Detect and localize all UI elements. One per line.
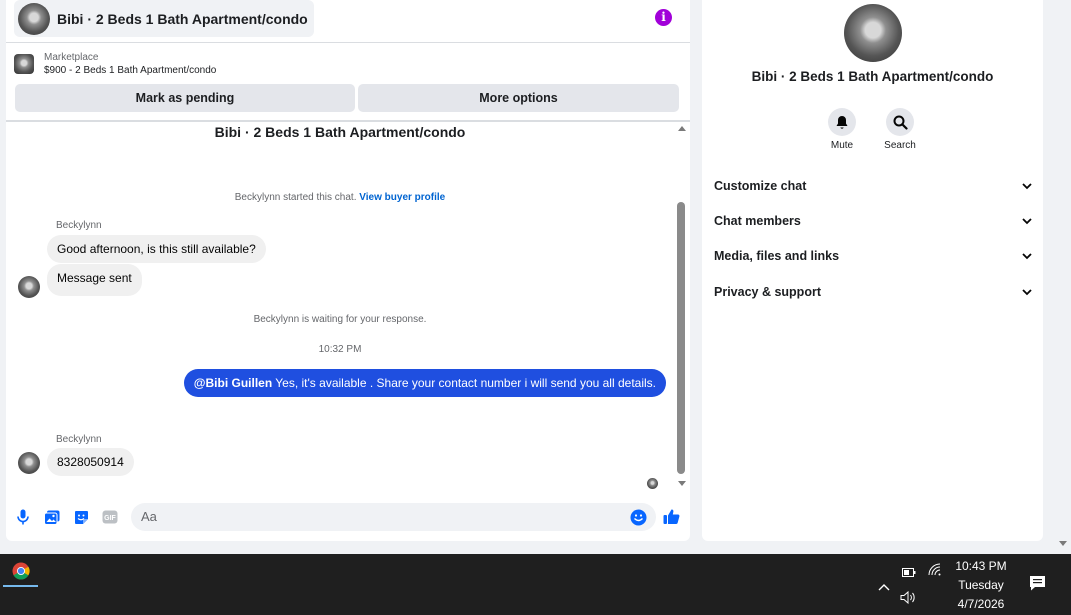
bell-icon xyxy=(828,108,856,136)
clock-time: 10:43 PM xyxy=(955,559,1007,573)
privacy-support-section[interactable]: Privacy & support xyxy=(714,281,1032,303)
message-scrollbar[interactable] xyxy=(677,126,687,492)
message-list: Bibi · 2 Beds 1 Bath Apartment/condo Bec… xyxy=(6,122,690,492)
waiting-notice: Beckylynn is waiting for your response. xyxy=(253,314,427,325)
scrollbar-thumb[interactable] xyxy=(677,202,685,474)
taskbar: 10:43 PM Tuesday 4/7/2026 xyxy=(0,554,1071,615)
mute-button[interactable]: Mute xyxy=(822,108,862,151)
listing-price-title: $900 - 2 Beds 1 Bath Apartment/condo xyxy=(44,64,217,76)
message-input[interactable]: Aa xyxy=(131,503,656,531)
outgoing-message-text: Yes, it's available . Share your contact… xyxy=(272,376,656,390)
info-panel-title: Bibi · 2 Beds 1 Bath Apartment/condo xyxy=(751,69,994,84)
section-label: Media, files and links xyxy=(714,249,840,263)
chat-started-notice: Beckylynn started this chat. View buyer … xyxy=(6,192,674,203)
thumbs-up-icon[interactable] xyxy=(662,507,680,525)
svg-text:GIF: GIF xyxy=(104,515,116,522)
incoming-message[interactable]: Message sent xyxy=(47,264,142,296)
incoming-message[interactable]: 8328050914 xyxy=(47,448,134,476)
sticker-icon[interactable] xyxy=(73,509,89,525)
mark-as-pending-button[interactable]: Mark as pending xyxy=(15,84,355,112)
listing-small-thumbnail xyxy=(14,54,34,74)
chevron-down-icon xyxy=(1022,288,1032,295)
conversation-info-panel: Bibi · 2 Beds 1 Bath Apartment/condo Mut… xyxy=(702,0,1043,541)
outgoing-message[interactable]: @Bibi Guillen Yes, it's available . Shar… xyxy=(183,369,666,397)
scroll-down-arrow-icon[interactable] xyxy=(678,481,686,486)
marketplace-label: Marketplace xyxy=(44,51,99,63)
search-icon xyxy=(886,108,914,136)
wifi-icon[interactable] xyxy=(928,563,941,581)
clock-day: Tuesday xyxy=(958,578,1004,592)
media-files-links-section[interactable]: Media, files and links xyxy=(714,245,1032,267)
search-button[interactable]: Search xyxy=(880,108,920,151)
notification-center-icon[interactable] xyxy=(1029,575,1046,596)
chevron-down-icon xyxy=(1022,217,1032,224)
clock-date: 4/7/2026 xyxy=(957,597,1005,611)
gif-icon[interactable]: GIF xyxy=(102,509,118,525)
emoji-icon[interactable] xyxy=(630,509,647,526)
message-timestamp: 10:32 PM xyxy=(318,344,362,355)
seen-receipt-avatar xyxy=(647,478,658,489)
avatar[interactable] xyxy=(18,276,40,298)
sender-name: Beckylynn xyxy=(56,434,102,445)
photo-icon[interactable] xyxy=(44,509,60,525)
active-app-indicator xyxy=(3,585,38,587)
avatar[interactable] xyxy=(18,452,40,474)
chevron-down-icon xyxy=(1022,252,1032,259)
chrome-taskbar-button[interactable] xyxy=(3,557,38,585)
chat-started-text: Beckylynn started this chat. xyxy=(234,192,357,203)
search-label: Search xyxy=(884,140,916,151)
microphone-icon[interactable] xyxy=(15,509,31,525)
battery-icon[interactable] xyxy=(902,564,916,582)
incoming-message[interactable]: Good afternoon, is this still available? xyxy=(47,235,266,263)
chat-header: Bibi · 2 Beds 1 Bath Apartment/condo i xyxy=(6,0,690,43)
section-label: Privacy & support xyxy=(714,285,821,299)
more-options-button[interactable]: More options xyxy=(358,84,679,112)
listing-photo[interactable] xyxy=(844,4,902,62)
section-label: Customize chat xyxy=(714,179,807,193)
conversation-title: Bibi · 2 Beds 1 Bath Apartment/condo xyxy=(57,10,308,27)
marketplace-listing[interactable]: Marketplace $900 - 2 Beds 1 Bath Apartme… xyxy=(14,49,216,79)
scroll-up-arrow-icon[interactable] xyxy=(678,126,686,131)
message-composer: GIF Aa xyxy=(6,501,690,533)
conversation-title-button[interactable]: Bibi · 2 Beds 1 Bath Apartment/condo xyxy=(14,0,314,37)
volume-icon[interactable] xyxy=(900,590,916,609)
system-clock[interactable]: 10:43 PM Tuesday 4/7/2026 xyxy=(945,557,1017,614)
conversation-heading: Bibi · 2 Beds 1 Bath Apartment/condo xyxy=(214,124,466,140)
sender-name: Beckylynn xyxy=(56,220,102,231)
chrome-icon xyxy=(12,562,30,580)
chat-panel: Bibi · 2 Beds 1 Bath Apartment/condo i M… xyxy=(6,0,690,541)
listing-thumbnail xyxy=(18,2,50,35)
section-label: Chat members xyxy=(714,214,801,228)
chat-members-section[interactable]: Chat members xyxy=(714,210,1032,232)
customize-chat-section[interactable]: Customize chat xyxy=(714,175,1032,197)
mute-label: Mute xyxy=(830,140,854,151)
page-scroll-down-arrow-icon[interactable] xyxy=(1059,541,1067,546)
mention[interactable]: @Bibi Guillen xyxy=(194,376,272,390)
view-buyer-profile-link[interactable]: View buyer profile xyxy=(359,192,445,203)
info-icon[interactable]: i xyxy=(655,9,672,26)
chevron-down-icon xyxy=(1022,182,1032,189)
show-hidden-icons-chevron-icon[interactable] xyxy=(878,578,890,596)
